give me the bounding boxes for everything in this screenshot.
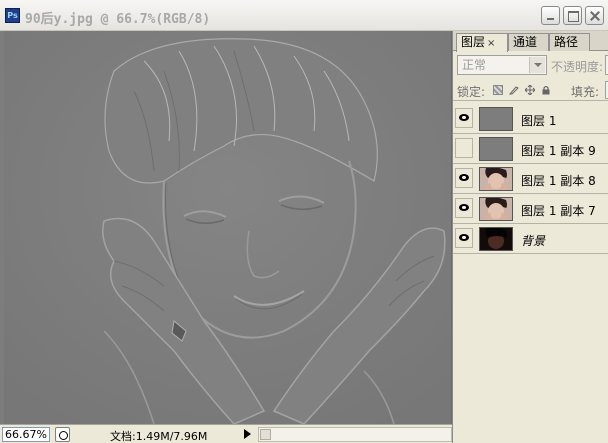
tab-layers[interactable]: 图层 ×	[456, 33, 508, 52]
close-button[interactable]	[585, 6, 604, 25]
layers-panel: 图层 × 通道 路径 正常 不透明度: 锁定: 填充: 图层 1 图层 1 副本…	[452, 31, 608, 443]
chevron-down-icon[interactable]	[529, 57, 545, 73]
maximize-button[interactable]	[563, 6, 582, 25]
tab-paths[interactable]: 路径	[549, 33, 590, 51]
layer-list: 图层 1 图层 1 副本 9 图层 1 副本 8 图层 1 副本 7 背景	[453, 104, 608, 254]
document-title: 90后y.jpg @ 66.7%(RGB/8)	[25, 12, 211, 27]
horizontal-scrollbar[interactable]	[258, 427, 452, 442]
eye-icon[interactable]	[455, 138, 473, 158]
layer-list-empty-area	[453, 255, 608, 443]
minimize-button[interactable]	[541, 6, 560, 25]
document-titlebar: Ps 90后y.jpg @ 66.7%(RGB/8)	[0, 0, 608, 31]
tab-channels[interactable]: 通道	[508, 33, 549, 51]
zoom-field[interactable]: 66.67%	[2, 427, 50, 442]
layer-name: 图层 1	[521, 114, 557, 128]
layer-name: 图层 1 副本 9	[521, 144, 596, 158]
layer-name: 背景	[521, 234, 546, 248]
lock-row: 锁定: 填充:	[453, 79, 608, 101]
brush-icon[interactable]	[508, 85, 519, 95]
layer-thumbnail	[479, 107, 513, 131]
layer-thumbnail	[479, 137, 513, 161]
eye-icon[interactable]	[455, 198, 473, 218]
status-menu-arrow-icon[interactable]	[244, 429, 251, 439]
scroll-left-arrow[interactable]	[260, 429, 271, 440]
layer-thumbnail	[479, 167, 513, 191]
layer-row[interactable]: 背景	[453, 224, 608, 254]
opacity-label: 不透明度:	[551, 60, 604, 74]
layer-thumbnail	[479, 227, 513, 251]
document-canvas[interactable]	[0, 31, 452, 424]
blend-mode-select[interactable]: 正常	[457, 55, 547, 75]
lock-label: 锁定:	[457, 85, 486, 99]
lock-transparency-icon[interactable]	[493, 85, 503, 95]
layer-row[interactable]: 图层 1 副本 8	[453, 164, 608, 194]
layer-name: 图层 1 副本 8	[521, 174, 596, 188]
eye-icon[interactable]	[455, 168, 473, 188]
layer-row[interactable]: 图层 1	[453, 104, 608, 134]
panel-tabs: 图层 × 通道 路径	[453, 31, 608, 52]
move-icon[interactable]	[524, 84, 536, 96]
layer-name: 图层 1 副本 7	[521, 204, 596, 218]
layer-row[interactable]: 图层 1 副本 7	[453, 194, 608, 224]
tab-close-icon[interactable]: ×	[487, 36, 495, 52]
layer-thumbnail	[479, 197, 513, 221]
fill-label: 填充:	[571, 85, 600, 99]
status-bar: 66.67% 文档:1.49M/7.96M	[0, 424, 452, 443]
layer-row[interactable]: 图层 1 副本 9	[453, 134, 608, 164]
blend-mode-value: 正常	[462, 58, 487, 72]
eye-icon[interactable]	[455, 108, 473, 128]
photoshop-icon: Ps	[5, 8, 20, 23]
document-size: 文档:1.49M/7.96M	[110, 430, 208, 443]
canvas-image	[4, 31, 451, 424]
status-info-icon[interactable]	[55, 427, 70, 442]
tab-layers-label: 图层	[461, 35, 486, 49]
eye-icon[interactable]	[455, 228, 473, 248]
lock-icon[interactable]	[541, 85, 551, 95]
